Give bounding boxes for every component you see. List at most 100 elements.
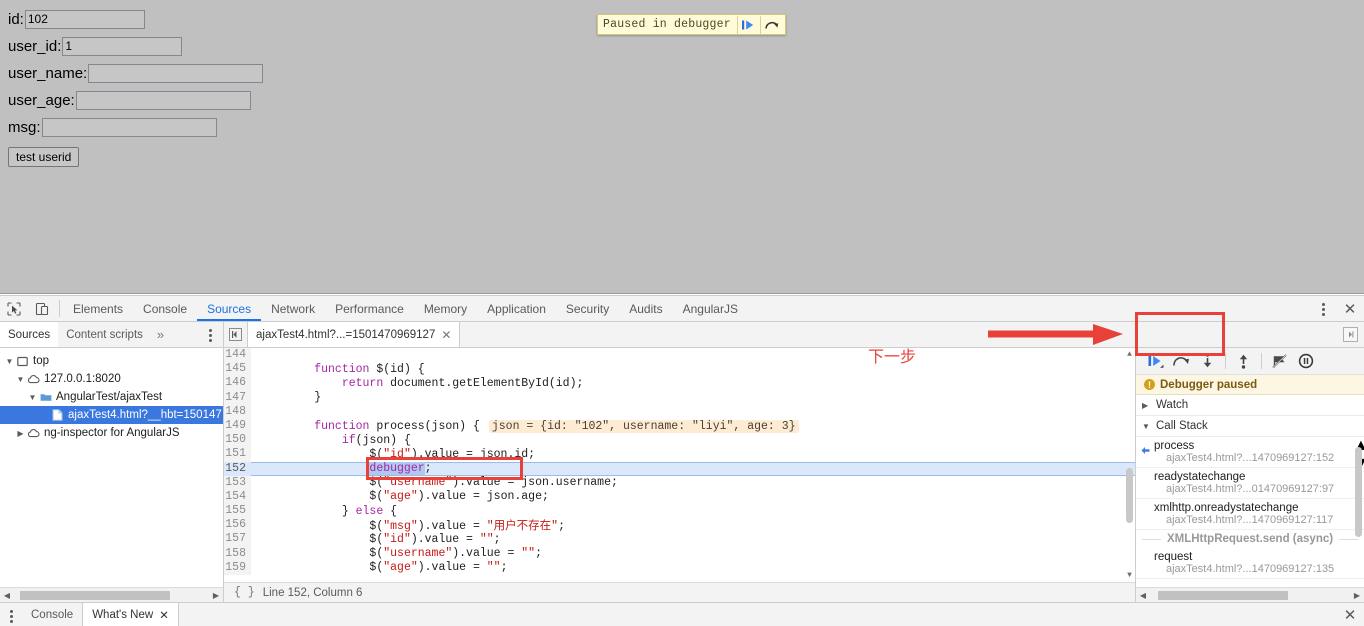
scroll-thumb[interactable] — [1126, 468, 1133, 523]
code-line[interactable]: 159 $("age").value = ""; — [224, 560, 1135, 575]
tab-audits[interactable]: Audits — [619, 296, 672, 321]
code-line[interactable]: 154 $("age").value = json.age; — [224, 489, 1135, 505]
call-stack-vertical-scrollbar[interactable]: ▲ ▼ — [1353, 437, 1364, 587]
close-drawer-button[interactable]: ✕ — [1336, 602, 1364, 626]
code-line-execution-paused[interactable]: 152 debugger; — [224, 461, 1135, 476]
tab-elements[interactable]: Elements — [63, 296, 133, 321]
resume-script-button[interactable] — [1143, 349, 1168, 373]
code-line[interactable]: 156 $("msg").value = "用户不存在"; — [224, 517, 1135, 533]
twisty-icon[interactable]: ▼ — [1142, 422, 1152, 431]
tree-row-folder[interactable]: ▼ AngularTest/ajaxTest — [0, 388, 223, 406]
tree-row-top[interactable]: ▼ top — [0, 352, 223, 370]
tab-memory[interactable]: Memory — [414, 296, 477, 321]
nav-tab-content-scripts[interactable]: Content scripts — [58, 322, 151, 347]
call-stack-list[interactable]: process ajaxTest4.html?...1470969127:152… — [1136, 437, 1364, 587]
scroll-up-arrow-icon[interactable]: ▲ — [1125, 350, 1134, 359]
code-line[interactable]: 148 — [224, 404, 1135, 419]
scroll-right-arrow-icon[interactable]: ▶ — [1350, 591, 1364, 600]
scroll-left-arrow-icon[interactable]: ◀ — [1136, 591, 1150, 600]
tab-security[interactable]: Security — [556, 296, 619, 321]
code-line[interactable]: 145 function $(id) { — [224, 362, 1135, 377]
drawer-tab-whats-new[interactable]: What's New ✕ — [82, 603, 179, 626]
scroll-thumb[interactable] — [1355, 447, 1362, 537]
code-line[interactable]: 153 $("username").value = json.username; — [224, 475, 1135, 490]
line-content[interactable]: $("id").value = ""; — [251, 533, 500, 546]
step-into-button[interactable] — [1195, 349, 1220, 373]
code-line[interactable]: 149 function process(json) { json = {id:… — [224, 418, 1135, 434]
line-content[interactable]: return document.getElementById(id); — [251, 377, 584, 390]
more-tabs-button[interactable]: » — [151, 322, 170, 347]
debugger-keyword-selected[interactable]: debugger — [369, 462, 425, 476]
code-line[interactable]: 151 $("id").value = json.id; — [224, 447, 1135, 462]
scroll-right-arrow-icon[interactable]: ▶ — [209, 591, 223, 600]
id-field[interactable] — [24, 9, 145, 29]
code-line[interactable]: 147 } — [224, 390, 1135, 405]
drawer-more-options-button[interactable] — [0, 603, 22, 626]
tab-application[interactable]: Application — [477, 296, 556, 321]
show-navigator-button[interactable] — [224, 322, 248, 347]
line-content[interactable]: function process(json) { — [251, 420, 480, 433]
code-line[interactable]: 146 return document.getElementById(id); — [224, 376, 1135, 391]
twisty-icon[interactable]: ▶ — [15, 429, 26, 438]
tab-network[interactable]: Network — [261, 296, 325, 321]
line-content[interactable]: function $(id) { — [251, 363, 424, 376]
twisty-icon[interactable]: ▼ — [15, 375, 26, 384]
line-content[interactable]: if(json) { — [251, 434, 411, 447]
banner-resume-button[interactable] — [738, 15, 760, 34]
msg-field[interactable] — [41, 117, 217, 137]
scroll-track[interactable] — [14, 590, 209, 600]
user-id-field[interactable] — [62, 36, 183, 56]
line-content[interactable]: $("msg").value = "用户不存在"; — [251, 517, 565, 533]
twisty-icon[interactable]: ▼ — [4, 357, 15, 366]
twisty-icon[interactable]: ▶ — [1142, 401, 1152, 410]
drawer-tab-console[interactable]: Console — [22, 603, 82, 626]
pause-on-exceptions-button[interactable] — [1293, 349, 1318, 373]
line-content[interactable]: } — [251, 391, 321, 404]
line-content[interactable]: $("age").value = ""; — [251, 561, 507, 574]
scroll-track[interactable] — [1150, 590, 1350, 600]
scroll-down-arrow-icon[interactable]: ▼ — [1125, 571, 1134, 580]
line-content[interactable]: $("age").value = json.age; — [251, 490, 548, 503]
more-options-button[interactable] — [1310, 296, 1336, 322]
call-stack-frame[interactable]: xmlhttp.onreadystatechange ajaxTest4.htm… — [1136, 499, 1364, 530]
call-stack-frame-current[interactable]: process ajaxTest4.html?...1470969127:152 — [1136, 437, 1364, 468]
device-toolbar-button[interactable] — [28, 296, 56, 321]
scroll-thumb[interactable] — [1158, 590, 1288, 600]
code-line[interactable]: 158 $("username").value = ""; — [224, 546, 1135, 561]
line-content[interactable]: } else { — [251, 505, 397, 518]
pretty-print-braces-icon[interactable]: { } — [224, 586, 263, 599]
code-line[interactable]: 155 } else { — [224, 504, 1135, 519]
inspect-element-button[interactable] — [0, 296, 28, 321]
code-line[interactable]: 144 — [224, 348, 1135, 363]
debugger-horizontal-scrollbar[interactable]: ◀ ▶ — [1136, 587, 1364, 602]
section-watch[interactable]: ▶ Watch — [1136, 395, 1364, 416]
banner-step-over-button[interactable] — [761, 15, 783, 34]
line-content[interactable]: $("id").value = json.id; — [251, 448, 535, 461]
code-line[interactable]: 150 if(json) { — [224, 433, 1135, 448]
scroll-left-arrow-icon[interactable]: ◀ — [0, 591, 14, 600]
deactivate-breakpoints-button[interactable] — [1267, 349, 1292, 373]
code-editor[interactable]: 144 145 function $(id) { 146 return docu… — [224, 348, 1135, 582]
call-stack-frame[interactable]: readystatechange ajaxTest4.html?...01470… — [1136, 468, 1364, 499]
call-stack-frame[interactable]: request ajaxTest4.html?...1470969127:135 — [1136, 548, 1364, 579]
tab-console[interactable]: Console — [133, 296, 197, 321]
tree-row-origin[interactable]: ▼ 127.0.0.1:8020 — [0, 370, 223, 388]
section-call-stack[interactable]: ▼ Call Stack — [1136, 416, 1364, 437]
tree-row-file-ajaxtest4[interactable]: ajaxTest4.html?__hbt=150147 — [0, 406, 223, 424]
twisty-icon[interactable]: ▼ — [27, 393, 38, 402]
close-devtools-button[interactable]: ✕ — [1336, 296, 1364, 322]
tab-sources[interactable]: Sources — [197, 296, 261, 321]
editor-vertical-scrollbar[interactable]: ▲ ▼ — [1124, 348, 1135, 582]
test-userid-button[interactable]: test userid — [8, 147, 80, 167]
close-tab-icon[interactable]: ✕ — [441, 328, 451, 342]
editor-file-tab[interactable]: ajaxTest4.html?...=1501470969127 ✕ — [248, 322, 461, 347]
scroll-thumb[interactable] — [20, 590, 170, 600]
tab-angularjs[interactable]: AngularJS — [673, 296, 748, 321]
nav-tab-sources[interactable]: Sources — [0, 322, 59, 347]
user-age-field[interactable] — [75, 90, 251, 110]
line-content[interactable]: $("username").value = ""; — [251, 547, 542, 560]
expand-debugger-sidebar-button[interactable] — [1343, 327, 1358, 342]
user-name-field[interactable] — [88, 63, 264, 83]
close-tab-icon[interactable]: ✕ — [159, 608, 169, 622]
line-content[interactable]: $("username").value = json.username; — [251, 476, 617, 489]
